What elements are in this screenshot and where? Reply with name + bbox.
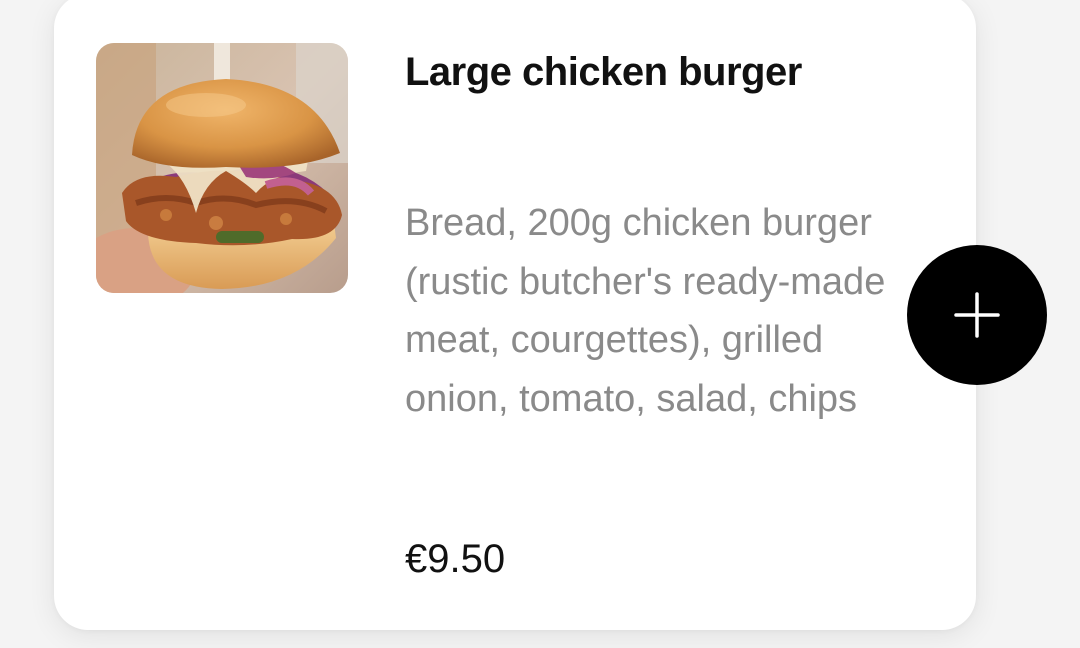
product-price: €9.50 bbox=[405, 537, 506, 581]
plus-icon bbox=[954, 292, 1000, 338]
product-title: Large chicken burger bbox=[405, 50, 802, 94]
product-description: Bread, 200g chicken burger (rustic butch… bbox=[405, 202, 886, 420]
add-to-cart-button[interactable] bbox=[907, 245, 1047, 385]
product-image bbox=[96, 43, 348, 293]
burger-photo-icon bbox=[96, 43, 348, 293]
